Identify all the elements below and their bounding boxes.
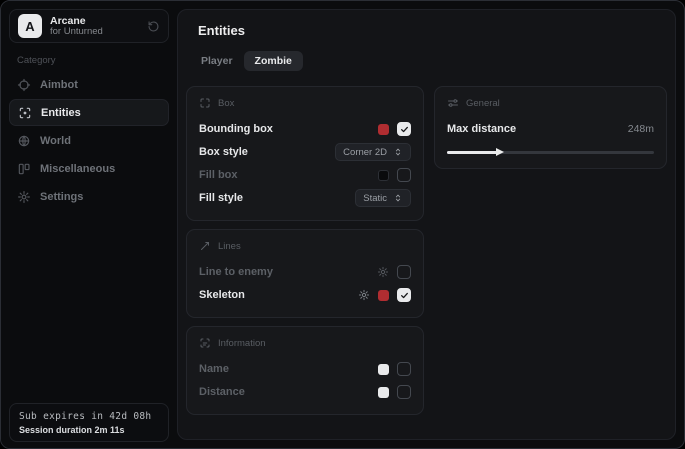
globe-icon bbox=[17, 134, 31, 148]
app-subtitle: for Unturned bbox=[50, 27, 103, 38]
entity-tabs: Player Zombie bbox=[190, 50, 667, 72]
box-style-value: Corner 2D bbox=[343, 147, 387, 158]
session-duration-text: Session duration 2m 11s bbox=[19, 425, 159, 435]
max-distance-label: Max distance bbox=[447, 123, 516, 135]
skeleton-settings-gear-icon[interactable] bbox=[358, 289, 370, 301]
category-label: Category bbox=[17, 55, 56, 66]
sidebar-item-label: Entities bbox=[41, 107, 81, 119]
app-logo: A bbox=[18, 14, 42, 38]
chevron-updown-icon bbox=[393, 193, 403, 203]
bounding-box-checkbox[interactable] bbox=[397, 122, 411, 136]
box-section: Box Bounding box Box style bbox=[186, 86, 424, 221]
scan-box-icon bbox=[18, 106, 32, 120]
distance-row: Distance bbox=[199, 381, 411, 403]
distance-label: Distance bbox=[199, 386, 245, 398]
sidebar: A Arcane for Unturned Category Aimbot bbox=[1, 1, 177, 448]
checkmark-icon bbox=[400, 291, 409, 300]
section-title: Box bbox=[218, 98, 234, 109]
app-header-card: A Arcane for Unturned bbox=[9, 9, 169, 43]
sub-expiry-text: Sub expires in 42d 08h bbox=[19, 411, 159, 422]
fill-box-label: Fill box bbox=[199, 169, 238, 181]
app-window: A Arcane for Unturned Category Aimbot bbox=[0, 0, 685, 449]
box-corners-icon bbox=[199, 97, 211, 109]
distance-checkbox[interactable] bbox=[397, 385, 411, 399]
tab-player[interactable]: Player bbox=[190, 51, 244, 71]
grid-icon bbox=[17, 162, 31, 176]
bounding-box-label: Bounding box bbox=[199, 123, 273, 135]
slider-fill bbox=[447, 151, 498, 154]
sidebar-item-settings[interactable]: Settings bbox=[1, 183, 177, 211]
line-to-enemy-checkbox[interactable] bbox=[397, 265, 411, 279]
name-color-swatch[interactable] bbox=[378, 364, 389, 375]
fill-style-dropdown[interactable]: Static bbox=[355, 189, 411, 207]
gear-icon bbox=[17, 190, 31, 204]
fill-box-row: Fill box bbox=[199, 164, 411, 186]
name-row: Name bbox=[199, 358, 411, 380]
box-style-label: Box style bbox=[199, 146, 248, 158]
section-title: General bbox=[466, 98, 500, 109]
distance-color-swatch[interactable] bbox=[378, 387, 389, 398]
line-to-enemy-settings-gear-icon[interactable] bbox=[377, 266, 389, 278]
checkmark-icon bbox=[400, 125, 409, 134]
fill-style-row: Fill style Static bbox=[199, 187, 411, 209]
diagonal-line-icon bbox=[199, 240, 211, 252]
sidebar-item-label: Aimbot bbox=[40, 79, 78, 91]
max-distance-value: 248m bbox=[628, 123, 654, 135]
box-style-dropdown[interactable]: Corner 2D bbox=[335, 143, 411, 161]
line-to-enemy-label: Line to enemy bbox=[199, 266, 273, 278]
max-distance-row: Max distance 248m bbox=[447, 118, 654, 140]
max-distance-slider[interactable] bbox=[447, 148, 654, 157]
section-title: Lines bbox=[218, 241, 241, 252]
slider-handle-icon[interactable] bbox=[496, 148, 504, 156]
sidebar-item-world[interactable]: World bbox=[1, 127, 177, 155]
skeleton-label: Skeleton bbox=[199, 289, 245, 301]
crosshair-icon bbox=[17, 78, 31, 92]
refresh-icon[interactable] bbox=[147, 20, 160, 33]
section-title: Information bbox=[218, 338, 266, 349]
sidebar-item-aimbot[interactable]: Aimbot bbox=[1, 71, 177, 99]
page-title: Entities bbox=[198, 22, 667, 40]
bounding-box-color-swatch[interactable] bbox=[378, 124, 389, 135]
sidebar-item-entities[interactable]: Entities bbox=[9, 99, 169, 126]
fill-style-value: Static bbox=[363, 193, 387, 204]
sidebar-item-label: Miscellaneous bbox=[40, 163, 115, 175]
sidebar-item-label: World bbox=[40, 135, 71, 147]
app-name: Arcane bbox=[50, 15, 103, 27]
skeleton-color-swatch[interactable] bbox=[378, 290, 389, 301]
bounding-box-row: Bounding box bbox=[199, 118, 411, 140]
lines-section: Lines Line to enemy Skeleton bbox=[186, 229, 424, 318]
sidebar-item-label: Settings bbox=[40, 191, 83, 203]
skeleton-row: Skeleton bbox=[199, 284, 411, 306]
general-section: General Max distance 248m bbox=[434, 86, 667, 169]
sidebar-item-miscellaneous[interactable]: Miscellaneous bbox=[1, 155, 177, 183]
info-brackets-icon bbox=[199, 337, 211, 349]
name-checkbox[interactable] bbox=[397, 362, 411, 376]
sliders-icon bbox=[447, 97, 459, 109]
subscription-card: Sub expires in 42d 08h Session duration … bbox=[9, 403, 169, 442]
information-section: Information Name Distance bbox=[186, 326, 424, 415]
main-panel: Entities Player Zombie Box Bounding box bbox=[177, 9, 676, 440]
fill-style-label: Fill style bbox=[199, 192, 243, 204]
fill-box-checkbox[interactable] bbox=[397, 168, 411, 182]
tab-zombie[interactable]: Zombie bbox=[244, 51, 303, 71]
line-to-enemy-row: Line to enemy bbox=[199, 261, 411, 283]
sidebar-nav: Aimbot Entities World Miscellaneous bbox=[1, 71, 177, 211]
skeleton-checkbox[interactable] bbox=[397, 288, 411, 302]
chevron-updown-icon bbox=[393, 147, 403, 157]
name-label: Name bbox=[199, 363, 229, 375]
fill-box-color-swatch[interactable] bbox=[378, 170, 389, 181]
box-style-row: Box style Corner 2D bbox=[199, 141, 411, 163]
